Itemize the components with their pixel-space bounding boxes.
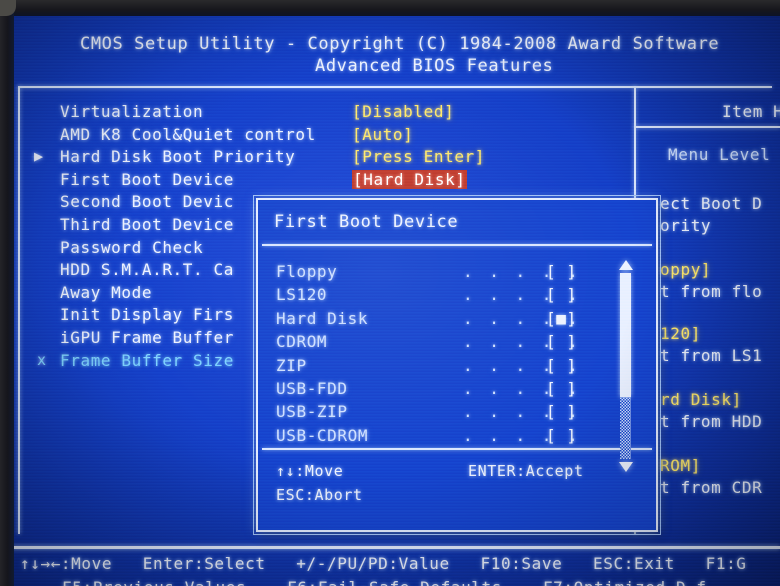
- boot-device-option[interactable]: USB-ZIP. . . . .[ ]: [258, 402, 656, 424]
- main-frame-top: [18, 86, 772, 88]
- boot-device-option[interactable]: CDROM. . . . .[ ]: [258, 332, 656, 354]
- boot-device-option-name: CDROM: [276, 332, 328, 351]
- status-bar-line-2: F5:Previous Values F6:Fail-Safe Defaults…: [62, 578, 707, 586]
- item-help-line: oppy]: [660, 260, 712, 279]
- item-help-line: t from CDR: [660, 478, 763, 497]
- boot-device-option-name: USB-CDROM: [276, 426, 369, 445]
- settings-row[interactable]: ▶ Hard Disk Boot Priority [Press Enter]: [10, 147, 630, 169]
- boot-device-option[interactable]: USB-FDD. . . . .[ ]: [258, 379, 656, 401]
- settings-row-label: iGPU Frame Buffer: [60, 328, 234, 347]
- boot-device-option-checkbox[interactable]: [ ]: [546, 285, 577, 304]
- page-subtitle: Advanced BIOS Features: [315, 56, 554, 76]
- page-title: CMOS Setup Utility - Copyright (C) 1984-…: [80, 34, 720, 54]
- settings-row[interactable]: AMD K8 Cool&Quiet control [Auto]: [10, 125, 630, 147]
- boot-device-option-checkbox[interactable]: [ ]: [546, 379, 577, 398]
- dialog-key-abort: ESC:Abort: [276, 486, 363, 504]
- settings-row-label: Virtualization: [60, 102, 204, 121]
- dialog-title-rule: [262, 244, 652, 246]
- dialog-key-move: ↑↓:Move: [276, 462, 344, 480]
- boot-device-option-name: ZIP: [276, 356, 307, 375]
- dialog-footer-rule: [262, 448, 652, 450]
- settings-row-label: Hard Disk Boot Priority: [60, 147, 296, 166]
- settings-row-label: First Boot Device: [60, 170, 234, 189]
- boot-device-option-name: LS120: [276, 285, 328, 304]
- settings-row-value[interactable]: [Disabled]: [352, 102, 454, 121]
- boot-device-option[interactable]: Hard Disk. . . . . [■]: [258, 309, 656, 331]
- scrollbar-thumb[interactable]: [620, 273, 631, 397]
- settings-row-value-selected[interactable]: [Hard Disk]: [352, 170, 467, 189]
- boot-device-option-name: Hard Disk: [276, 309, 369, 328]
- settings-row-label: Third Boot Device: [60, 215, 234, 234]
- boot-device-option-checkbox[interactable]: [ ]: [546, 426, 577, 445]
- boot-device-option-checkbox-checked[interactable]: [■]: [546, 309, 577, 328]
- settings-row-label: Init Display Firs: [60, 305, 234, 324]
- submenu-arrow-icon: ▶: [34, 147, 44, 165]
- crt-monitor-photo: CMOS Setup Utility - Copyright (C) 1984-…: [0, 0, 780, 586]
- boot-device-option-name: USB-FDD: [276, 379, 348, 398]
- menu-level-label: Menu Level: [668, 145, 771, 164]
- boot-device-option[interactable]: Floppy. . . . .[ ]: [258, 262, 656, 284]
- scroll-down-arrow-icon[interactable]: [619, 462, 633, 472]
- settings-row-label: Password Check: [60, 238, 204, 257]
- dialog-title: First Boot Device: [274, 212, 459, 232]
- boot-device-option-checkbox[interactable]: [ ]: [546, 356, 577, 375]
- settings-row-value[interactable]: [Press Enter]: [352, 147, 485, 166]
- first-boot-device-dialog[interactable]: First Boot Device Floppy. . . . .[ ] LS12…: [253, 195, 661, 535]
- status-bar-rule: [12, 546, 780, 549]
- boot-device-option-name: Floppy: [276, 262, 338, 281]
- dialog-scrollbar[interactable]: [616, 260, 636, 472]
- boot-device-option-checkbox[interactable]: [ ]: [546, 332, 577, 351]
- item-help-line: t from LS1: [660, 346, 763, 365]
- item-help-line: ROM]: [660, 456, 701, 475]
- settings-row[interactable]: Virtualization [Disabled]: [10, 102, 630, 124]
- settings-row-label: Frame Buffer Size: [60, 351, 234, 370]
- help-header-rule: [634, 126, 780, 128]
- boot-device-option-checkbox[interactable]: [ ]: [546, 262, 577, 281]
- item-help-line: ect Boot D: [660, 194, 763, 213]
- settings-row[interactable]: First Boot Device [Hard Disk]: [10, 170, 630, 192]
- settings-row-label: Second Boot Devic: [60, 192, 234, 211]
- item-help-line: rd Disk]: [660, 390, 742, 409]
- status-bar-line-1: ↑↓→←:Move Enter:Select +/-/PU/PD:Value F…: [20, 554, 747, 573]
- boot-device-option-checkbox[interactable]: [ ]: [546, 402, 577, 421]
- settings-row-value[interactable]: [Auto]: [352, 125, 413, 144]
- monitor-bezel-left: [0, 0, 14, 586]
- boot-device-option[interactable]: ZIP. . . . .[ ]: [258, 356, 656, 378]
- item-help-line: ority: [660, 216, 712, 235]
- item-help-line: 120]: [660, 324, 701, 343]
- scroll-up-arrow-icon[interactable]: [619, 260, 633, 270]
- boot-device-option[interactable]: LS120. . . . .[ ]: [258, 285, 656, 307]
- item-help-line: t from flo: [660, 282, 763, 301]
- disabled-marker-icon: x: [37, 351, 47, 369]
- item-help-line: t from HDD: [660, 412, 763, 431]
- boot-device-option[interactable]: USB-CDROM. . . . .[ ]: [258, 426, 656, 448]
- settings-row-label: Away Mode: [60, 283, 153, 302]
- settings-row-label: AMD K8 Cool&Quiet control: [60, 125, 316, 144]
- bios-screen: CMOS Setup Utility - Copyright (C) 1984-…: [10, 12, 780, 586]
- dialog-key-accept: ENTER:Accept: [468, 462, 584, 480]
- item-help-title: Item He: [722, 102, 780, 121]
- monitor-bezel-top: [0, 0, 780, 16]
- boot-device-option-name: USB-ZIP: [276, 402, 348, 421]
- settings-row-label: HDD S.M.A.R.T. Ca: [60, 260, 234, 279]
